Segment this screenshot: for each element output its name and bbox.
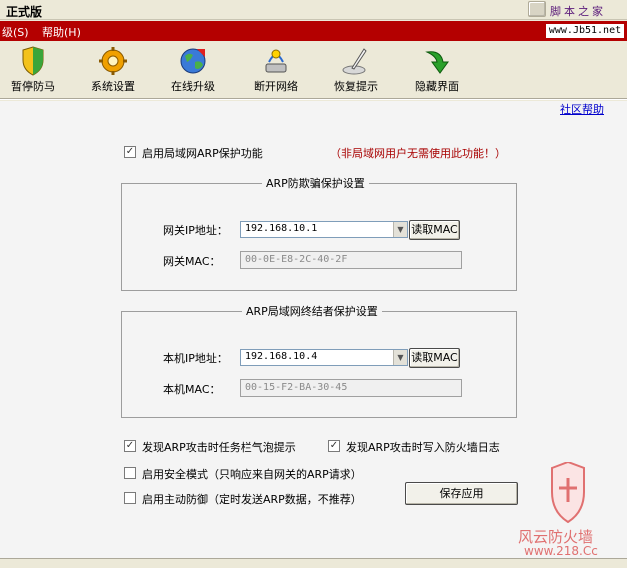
gear-icon	[99, 47, 127, 75]
bubble-alert-label: 发现ARP攻击时任务栏气泡提示	[142, 441, 296, 454]
tool-label: 断开网络	[254, 80, 298, 93]
active-defense-label: 启用主动防御（定时发送ARP数据，不推荐）	[142, 493, 362, 506]
bubble-alert-checkbox[interactable]	[124, 440, 136, 452]
tool-label: 暂停防马	[11, 80, 55, 93]
local-mac-field: 00-15-F2-BA-30-45	[240, 379, 462, 397]
title-bar: 正式版 脚本之家	[0, 0, 627, 20]
toolbar: 暂停防马 系统设置 在线升级 断开网络 恢复提示 隐藏界面	[0, 44, 627, 98]
local-group-title: ARP局域网终结者保护设置	[242, 303, 382, 319]
local-ip-label: 本机IP地址：	[163, 352, 228, 365]
save-apply-button[interactable]: 保存应用	[405, 482, 518, 505]
shield-icon	[22, 46, 44, 76]
menu-bar: 级(S) 帮助(H) www.Jb51.net	[0, 21, 627, 41]
local-ip-value: 192.168.10.4	[245, 351, 318, 362]
restore-prompt-button[interactable]: 恢复提示	[323, 44, 389, 96]
safe-mode-checkbox[interactable]	[124, 467, 136, 479]
gateway-read-mac-button[interactable]: 读取MAC	[409, 220, 460, 240]
minimize-button[interactable]	[528, 1, 546, 17]
menu-item-level[interactable]: 级(S)	[2, 24, 29, 40]
local-read-mac-button[interactable]: 读取MAC	[409, 348, 460, 368]
gateway-group-title: ARP防欺骗保护设置	[262, 175, 369, 191]
tool-label: 恢复提示	[334, 80, 378, 93]
site-badge: www.Jb51.net	[546, 24, 624, 38]
tool-label: 隐藏界面	[415, 80, 459, 93]
gateway-mac-label: 网关MAC：	[163, 255, 221, 268]
feather-ink-icon	[342, 48, 367, 75]
system-settings-button[interactable]: 系统设置	[80, 44, 146, 96]
site-watermark-text: 脚本之家	[550, 5, 606, 18]
pause-protection-button[interactable]: 暂停防马	[0, 44, 66, 96]
gateway-mac-value: 00-0E-E8-2C-40-2F	[245, 254, 348, 265]
chevron-down-icon[interactable]: ▼	[393, 222, 407, 237]
brand-url: www.218.Cc	[524, 544, 598, 558]
window-title: 正式版	[6, 5, 43, 19]
status-bar	[0, 558, 627, 568]
brand-watermark: 风云防火墙 www.218.Cc	[512, 462, 627, 560]
community-help-link[interactable]: 社区帮助	[560, 101, 604, 117]
toolbar-divider	[0, 98, 627, 100]
tool-label: 在线升级	[171, 80, 215, 93]
gateway-ip-value: 192.168.10.1	[245, 223, 318, 234]
active-defense-checkbox[interactable]	[124, 492, 136, 504]
local-mac-label: 本机MAC：	[163, 383, 221, 396]
local-mac-value: 00-15-F2-BA-30-45	[245, 382, 348, 393]
safe-mode-label: 启用安全模式（只响应来自网关的ARP请求）	[142, 468, 362, 481]
menu-item-help[interactable]: 帮助(H)	[42, 24, 81, 40]
enable-arp-label: 启用局域网ARP保护功能	[142, 147, 263, 160]
firewall-log-checkbox[interactable]	[328, 440, 340, 452]
enable-arp-checkbox[interactable]	[124, 146, 136, 158]
disconnect-network-button[interactable]: 断开网络	[243, 44, 309, 96]
gateway-ip-label: 网关IP地址：	[163, 224, 228, 237]
online-upgrade-button[interactable]: 在线升级	[160, 44, 226, 96]
gateway-mac-field: 00-0E-E8-2C-40-2F	[240, 251, 462, 269]
shield-logo-icon	[551, 462, 585, 524]
network-icon	[265, 49, 287, 73]
arp-note: （非局域网用户无需使用此功能！）	[330, 147, 506, 160]
chevron-down-icon[interactable]: ▼	[393, 350, 407, 365]
local-ip-combobox[interactable]: 192.168.10.4 ▼	[240, 349, 408, 366]
gateway-ip-combobox[interactable]: 192.168.10.1 ▼	[240, 221, 408, 238]
globe-icon	[180, 48, 206, 74]
green-arrow-icon	[425, 51, 449, 74]
tool-label: 系统设置	[91, 80, 135, 93]
firewall-log-label: 发现ARP攻击时写入防火墙日志	[346, 441, 500, 454]
hide-interface-button[interactable]: 隐藏界面	[404, 44, 470, 96]
